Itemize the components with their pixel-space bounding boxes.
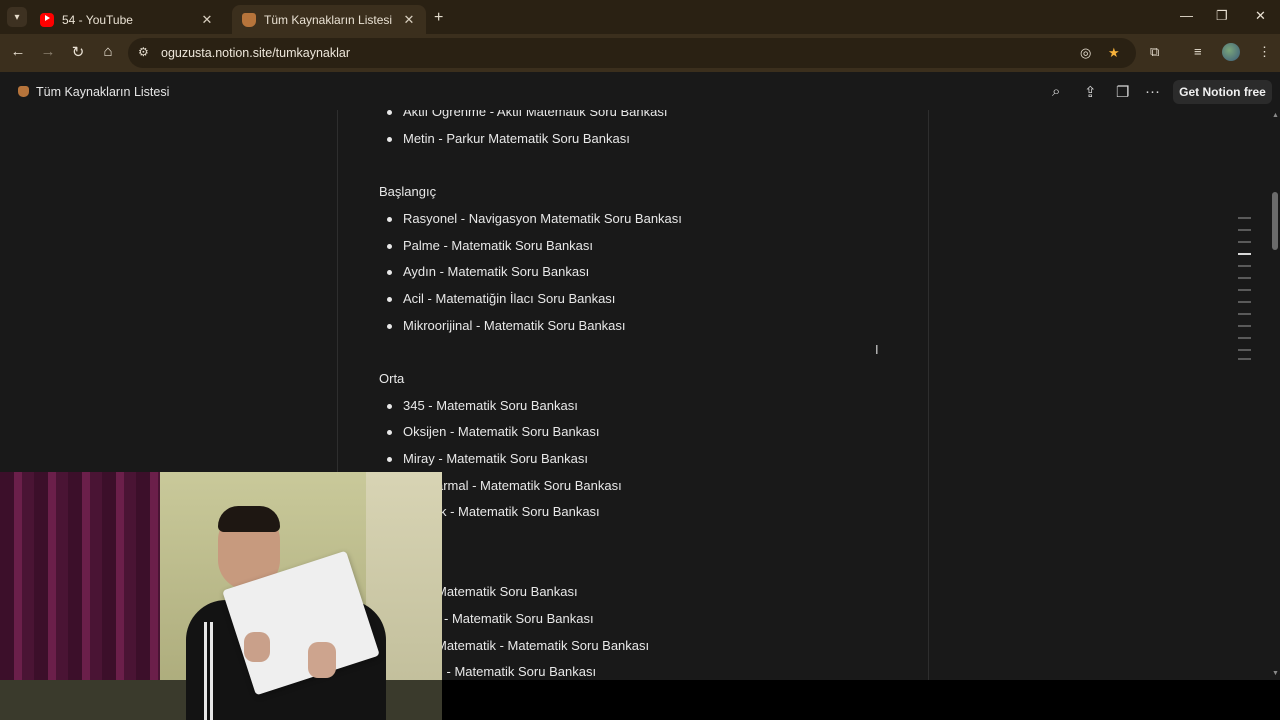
toc-entry[interactable] <box>1238 289 1251 291</box>
list-item[interactable]: Oksijen - Matematik Soru Bankası <box>387 424 600 439</box>
toc-entry[interactable] <box>1238 217 1251 219</box>
minimize-icon[interactable]: — <box>1180 8 1193 23</box>
jacket-stripe <box>204 622 207 720</box>
list-item[interactable]: Metin - Parkur Matematik Soru Bankası <box>387 131 630 146</box>
back-button[interactable]: ← <box>8 43 28 60</box>
tab-title: Tüm Kaynakların Listesi <box>264 12 393 27</box>
extensions-icon[interactable]: ⧉ <box>1150 44 1159 60</box>
tab-search-button[interactable]: ▾ <box>7 7 27 27</box>
list-item[interactable]: Palme - Matematik Soru Bankası <box>387 238 593 253</box>
text-cursor-icon: I <box>875 342 879 357</box>
bookmark-star-icon[interactable]: ★ <box>1108 45 1120 61</box>
browser-toolbar: ← → ↻ ⌂ ⚙ oguzusta.notion.site/tumkaynak… <box>0 34 1280 72</box>
webcam-person-hair <box>218 506 280 532</box>
section-heading: Orta <box>379 371 405 386</box>
section-heading: Başlangıç <box>379 184 437 199</box>
new-tab-button[interactable]: + <box>434 9 443 27</box>
page-title[interactable]: Tüm Kaynakların Listesi <box>36 85 169 99</box>
list-item[interactable]: - Matematik Soru Bankası <box>428 611 594 626</box>
restore-icon[interactable]: ❐ <box>1216 8 1228 24</box>
url-text[interactable]: oguzusta.notion.site/tumkaynaklar <box>161 46 350 60</box>
toc-entry[interactable] <box>1238 349 1251 351</box>
list-item[interactable]: Mikroorijinal - Matematik Soru Bankası <box>387 318 626 333</box>
notion-page-icon <box>242 12 256 27</box>
page-scrollbar[interactable]: ▲ ▼ <box>1270 110 1280 680</box>
webcam-curtain <box>0 472 160 680</box>
scroll-up-icon[interactable]: ▲ <box>1272 112 1279 119</box>
reload-button[interactable]: ↻ <box>68 43 88 61</box>
list-item[interactable]: k - Matematik Soru Bankası <box>428 504 600 519</box>
list-item[interactable]: armal - Matematik Soru Bankası <box>428 478 622 493</box>
scroll-down-icon[interactable]: ▼ <box>1272 670 1279 677</box>
list-item[interactable]: l - Matematik Soru Bankası <box>428 664 596 679</box>
duplicate-icon[interactable]: ❐ <box>1116 83 1129 101</box>
more-options-icon[interactable]: ··· <box>1145 83 1160 100</box>
toc-entry[interactable] <box>1238 301 1251 303</box>
list-item[interactable]: Acil - Matematiğin İlacı Soru Bankası <box>387 291 615 306</box>
toc-entry[interactable] <box>1238 265 1251 267</box>
webcam-hand <box>308 642 336 678</box>
list-item[interactable]: Aktif Öğrenme - Aktif Matematik Soru Ban… <box>387 110 667 119</box>
list-item[interactable]: Matematik - Matematik Soru Bankası <box>428 638 649 653</box>
get-notion-free-button[interactable]: Get Notion free <box>1173 80 1272 104</box>
jacket-stripe <box>210 622 213 720</box>
profile-avatar[interactable] <box>1222 43 1240 61</box>
list-item[interactable]: Aydın - Matematik Soru Bankası <box>387 264 589 279</box>
webcam-hand <box>244 632 270 662</box>
notion-header: Tüm Kaynakların Listesi ⌕ ⇪ ❐ ··· Get No… <box>0 72 1280 110</box>
reading-list-icon[interactable]: ≡ <box>1194 44 1202 59</box>
toc-entry[interactable] <box>1238 313 1251 315</box>
list-item[interactable]: 345 - Matematik Soru Bankası <box>387 398 578 413</box>
tab-title: 54 - YouTube <box>62 12 133 27</box>
site-info-icon[interactable]: ⚙ <box>138 45 152 59</box>
list-item[interactable]: Rasyonel - Navigasyon Matematik Soru Ban… <box>387 211 682 226</box>
tab-youtube[interactable]: 54 - YouTube ✕ <box>30 5 224 34</box>
tracking-protection-icon[interactable]: ◎ <box>1080 45 1091 61</box>
list-item[interactable]: Miray - Matematik Soru Bankası <box>387 451 588 466</box>
column-divider <box>928 110 929 680</box>
toc-entry[interactable] <box>1238 337 1251 339</box>
tab-notion-page[interactable]: Tüm Kaynakların Listesi ✕ <box>232 5 426 34</box>
webcam-overlay <box>0 472 442 720</box>
toc-entry-active[interactable] <box>1238 253 1251 255</box>
toc-entry[interactable] <box>1238 241 1251 243</box>
forward-button[interactable]: → <box>38 43 58 60</box>
page-emoji-icon <box>18 86 29 97</box>
close-tab-icon[interactable]: ✕ <box>402 12 416 28</box>
toc-entry[interactable] <box>1238 277 1251 279</box>
search-icon[interactable]: ⌕ <box>1052 83 1060 100</box>
window-close-icon[interactable]: ✕ <box>1255 8 1266 24</box>
toc-entry[interactable] <box>1238 229 1251 231</box>
toc-entry[interactable] <box>1238 325 1251 327</box>
address-bar[interactable]: ⚙ oguzusta.notion.site/tumkaynaklar ◎ ★ <box>128 38 1136 68</box>
list-item[interactable]: Matematik Soru Bankası <box>428 584 578 599</box>
toc-entry[interactable] <box>1238 358 1251 360</box>
close-tab-icon[interactable]: ✕ <box>200 12 214 28</box>
browser-menu-icon[interactable]: ⋮ <box>1258 44 1271 60</box>
share-icon[interactable]: ⇪ <box>1084 83 1097 101</box>
home-button[interactable]: ⌂ <box>98 43 118 60</box>
youtube-icon <box>40 12 54 27</box>
browser-tabstrip: ▾ 54 - YouTube ✕ Tüm Kaynakların Listesi… <box>0 0 1280 34</box>
scroll-thumb[interactable] <box>1272 192 1278 250</box>
